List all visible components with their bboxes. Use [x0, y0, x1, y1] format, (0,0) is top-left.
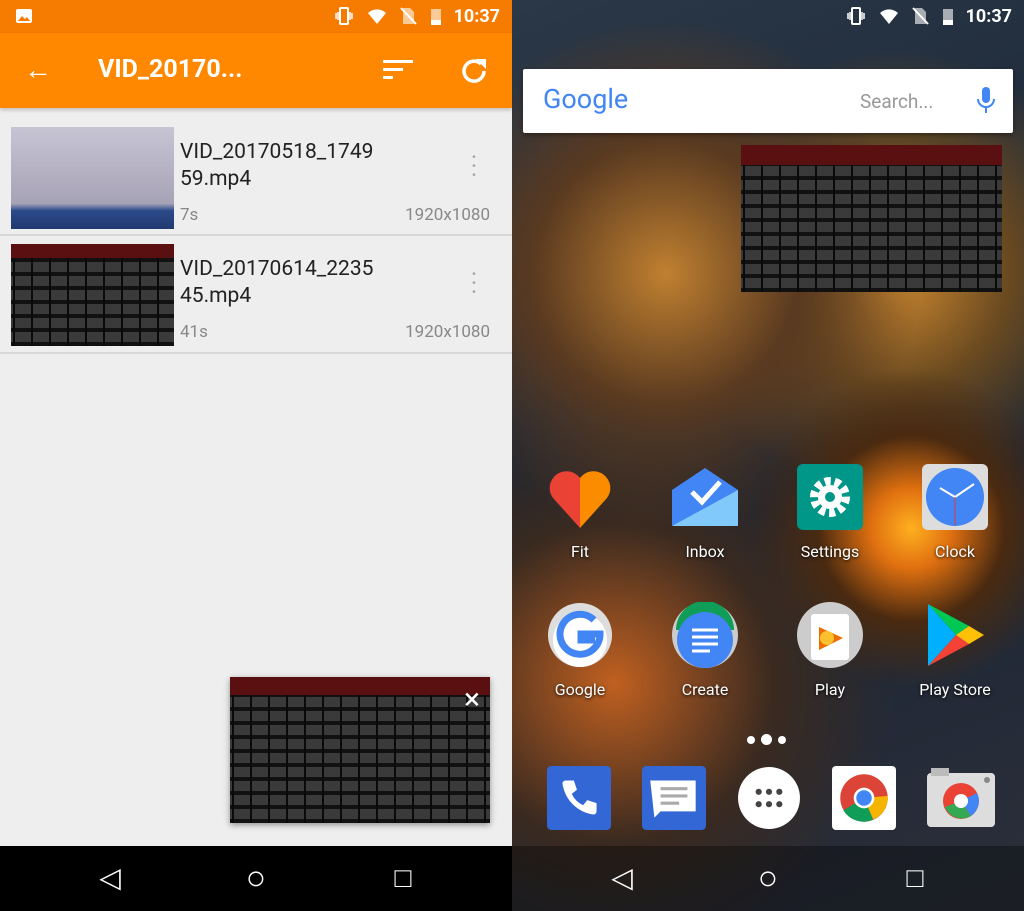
- fit-heart-icon: [549, 471, 611, 528]
- video-thumbnail: [11, 127, 174, 229]
- app-create[interactable]: Create: [655, 601, 755, 699]
- app-row-2: Google Create Play Play Store: [530, 601, 1005, 699]
- navigation-bar: ◁ ○ □: [0, 846, 512, 911]
- picture-in-picture-video[interactable]: [741, 145, 1002, 292]
- battery-icon: [943, 9, 953, 25]
- video-item[interactable]: VID_20170518_1749 59.mp4 7s 1920x1080 · · ·: [0, 118, 512, 236]
- back-button[interactable]: ←: [24, 56, 52, 85]
- more-options-button[interactable]: · · ·: [468, 145, 480, 189]
- video-resolution: 1920x1080: [405, 322, 490, 342]
- navigation-bar: ◁ ○ □: [512, 846, 1024, 911]
- vibrate-icon: [335, 7, 353, 25]
- video-list-screen: 10:37 ← VID_20170... VID_20170518_1749 59…: [0, 0, 512, 911]
- video-resolution: 1920x1080: [405, 205, 490, 225]
- toolbar-title: VID_20170...: [98, 55, 243, 84]
- google-g-icon: [548, 603, 612, 667]
- gear-icon: [797, 464, 863, 530]
- phone-icon[interactable]: [547, 766, 611, 830]
- arrow-left-icon: ←: [24, 53, 52, 86]
- nav-home-button[interactable]: ○: [752, 861, 784, 895]
- sort-icon: [383, 60, 413, 79]
- toolbar: ← VID_20170...: [0, 33, 512, 108]
- mini-video-player[interactable]: ×: [230, 677, 490, 823]
- google-logo: Google: [543, 83, 629, 115]
- nav-recents-button[interactable]: □: [899, 862, 931, 894]
- close-icon[interactable]: ×: [464, 685, 480, 715]
- clock-icon: [922, 464, 988, 530]
- app-drawer-icon[interactable]: [737, 766, 801, 830]
- video-duration: 7s: [180, 205, 199, 225]
- nav-back-button[interactable]: ◁: [606, 862, 638, 894]
- vibrate-icon: [847, 7, 865, 25]
- no-sim-icon: [400, 7, 417, 25]
- docs-create-icon: [672, 601, 738, 668]
- refresh-icon: [462, 59, 486, 83]
- no-sim-icon: [912, 7, 929, 25]
- app-fit[interactable]: Fit: [530, 464, 630, 561]
- wifi-icon: [368, 9, 386, 24]
- messages-icon[interactable]: [642, 766, 706, 830]
- google-search-bar[interactable]: Google Search...: [523, 69, 1013, 133]
- more-vert-icon: · · ·: [470, 143, 478, 191]
- wifi-icon: [880, 9, 898, 24]
- battery-icon: [431, 9, 441, 25]
- nav-back-button[interactable]: ◁: [94, 862, 126, 894]
- status-time: 10:37: [965, 6, 1012, 27]
- nav-home-button[interactable]: ○: [240, 861, 272, 895]
- video-duration: 41s: [180, 322, 208, 342]
- app-row-1: Fit Inbox Settings Clock: [530, 464, 1005, 561]
- sort-button[interactable]: [383, 58, 413, 82]
- inbox-icon: [672, 468, 738, 526]
- camera-icon[interactable]: [925, 766, 997, 830]
- play-store-icon: [928, 604, 984, 666]
- more-options-button[interactable]: · · ·: [468, 262, 480, 306]
- app-clock[interactable]: Clock: [905, 464, 1005, 561]
- more-vert-icon: · · ·: [470, 260, 478, 308]
- page-indicator: [747, 734, 786, 745]
- video-thumbnail: [11, 244, 174, 346]
- mic-icon[interactable]: [977, 87, 995, 115]
- refresh-button[interactable]: [458, 55, 490, 87]
- app-play[interactable]: Play: [780, 602, 880, 699]
- chrome-icon[interactable]: [832, 766, 896, 830]
- search-input[interactable]: Search...: [860, 90, 933, 113]
- image-icon: [16, 9, 32, 23]
- app-settings[interactable]: Settings: [780, 464, 880, 561]
- play-music-icon: [797, 602, 863, 668]
- home-screen: 10:37 Google Search... Fit Inbox Setting…: [512, 0, 1024, 911]
- nav-recents-button[interactable]: □: [387, 862, 419, 894]
- status-bar: 10:37: [512, 0, 1024, 33]
- video-name: VID_20170518_1749 59.mp4: [180, 140, 374, 191]
- app-google[interactable]: Google: [530, 602, 630, 699]
- status-bar: 10:37: [0, 0, 512, 33]
- app-play-store[interactable]: Play Store: [905, 602, 1005, 699]
- app-inbox[interactable]: Inbox: [655, 464, 755, 561]
- video-item[interactable]: VID_20170614_2235 45.mp4 41s 1920x1080 · ·…: [0, 236, 512, 354]
- video-name: VID_20170614_2235 45.mp4: [180, 257, 374, 308]
- status-time: 10:37: [453, 6, 500, 27]
